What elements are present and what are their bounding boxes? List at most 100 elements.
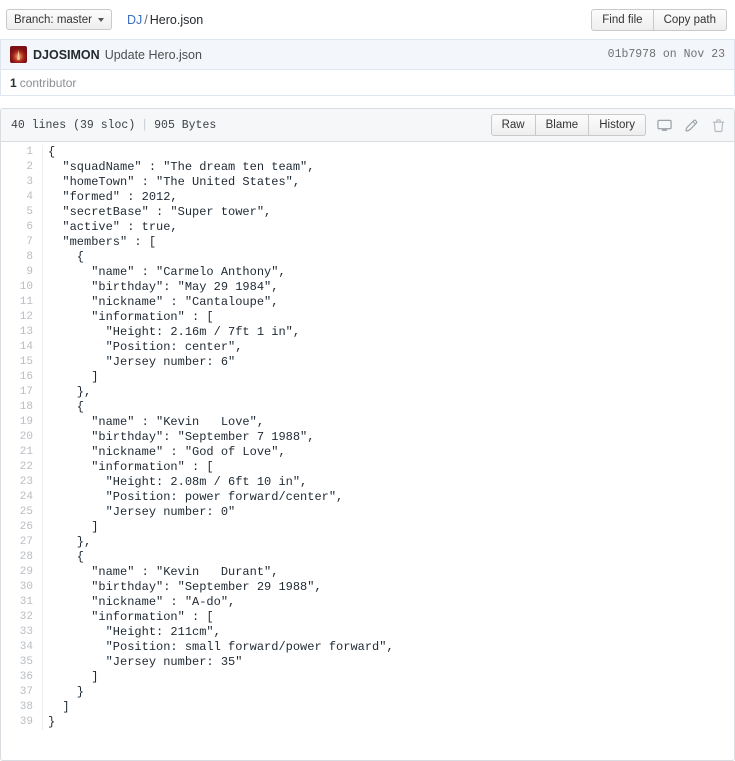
code-line: 13 "Height: 2.16m / 7ft 1 in", [1,325,734,340]
line-content: }, [48,385,92,399]
line-number[interactable]: 31 [1,595,43,610]
code-line: 36 ] [1,670,734,685]
line-number[interactable]: 37 [1,685,43,700]
code-line: 10 "birthday": "May 29 1984", [1,280,734,295]
code-line: 4 "formed" : 2012, [1,190,734,205]
commit-author-link[interactable]: DJOSIMON [33,48,100,62]
line-content: "birthday": "September 7 1988", [48,430,315,444]
line-number[interactable]: 39 [1,715,43,730]
line-number[interactable]: 38 [1,700,43,715]
line-number[interactable]: 1 [1,145,43,160]
code-content[interactable]: 1{2 "squadName" : "The dream ten team", 3… [1,142,734,730]
line-content: "Jersey number: 6" [48,355,236,369]
blame-button[interactable]: Blame [535,114,590,136]
line-number[interactable]: 30 [1,580,43,595]
code-line: 24 "Position: power forward/center", [1,490,734,505]
code-line: 9 "name" : "Carmelo Anthony", [1,265,734,280]
line-number[interactable]: 15 [1,355,43,370]
line-number[interactable]: 20 [1,430,43,445]
code-line: 3 "homeTown" : "The United States", [1,175,734,190]
code-line: 32 "information" : [ [1,610,734,625]
code-line: 5 "secretBase" : "Super tower", [1,205,734,220]
line-number[interactable]: 32 [1,610,43,625]
line-number[interactable]: 6 [1,220,43,235]
contributor-count: 1 [10,75,17,90]
line-number[interactable]: 28 [1,550,43,565]
code-line: 28 { [1,550,734,565]
code-line: 18 { [1,400,734,415]
line-content: "Position: small forward/power forward", [48,640,394,654]
line-number[interactable]: 23 [1,475,43,490]
line-number[interactable]: 34 [1,640,43,655]
code-line: 38 ] [1,700,734,715]
history-button[interactable]: History [589,114,646,136]
branch-selector-label: Branch: master [14,13,92,26]
code-line: 1{ [1,145,734,160]
file-view-button-group: Raw Blame History [490,114,646,136]
line-number[interactable]: 12 [1,310,43,325]
line-number[interactable]: 19 [1,415,43,430]
line-content: "nickname" : "God of Love", [48,445,286,459]
line-content: "Position: power forward/center", [48,490,344,504]
line-content: ] [48,700,70,714]
code-line: 31 "nickname" : "A-do", [1,595,734,610]
line-content: "nickname" : "Cantaloupe", [48,295,279,309]
code-line: 37 } [1,685,734,700]
copy-path-button[interactable]: Copy path [653,8,727,31]
line-number[interactable]: 25 [1,505,43,520]
desktop-download-icon[interactable] [656,117,672,133]
line-number[interactable]: 17 [1,385,43,400]
line-content: "formed" : 2012, [48,190,178,204]
line-content: }, [48,535,92,549]
raw-button[interactable]: Raw [490,114,536,136]
line-number[interactable]: 7 [1,235,43,250]
code-line: 17 }, [1,385,734,400]
code-line: 23 "Height: 2.08m / 6ft 10 in", [1,475,734,490]
line-content: ] [48,370,99,384]
line-number[interactable]: 29 [1,565,43,580]
line-number[interactable]: 21 [1,445,43,460]
file-icon-actions [656,117,726,133]
branch-selector-button[interactable]: Branch: master [6,9,112,30]
avatar[interactable] [10,46,27,63]
line-content: "Jersey number: 35" [48,655,243,669]
line-number[interactable]: 26 [1,520,43,535]
commit-message[interactable]: Update Hero.json [105,48,202,62]
line-number[interactable]: 11 [1,295,43,310]
line-content: "homeTown" : "The United States", [48,175,301,189]
line-content: "members" : [ [48,235,157,249]
line-content: } [48,715,56,729]
code-line: 22 "information" : [ [1,460,734,475]
trash-icon[interactable] [710,117,726,133]
line-number[interactable]: 35 [1,655,43,670]
line-number[interactable]: 8 [1,250,43,265]
line-number[interactable]: 27 [1,535,43,550]
line-number[interactable]: 16 [1,370,43,385]
file-stats: 40 lines (39 sloc) | 905 Bytes [11,119,216,132]
find-file-button[interactable]: Find file [591,8,654,31]
line-number[interactable]: 14 [1,340,43,355]
line-number[interactable]: 22 [1,460,43,475]
line-number[interactable]: 2 [1,160,43,175]
contributors-bar[interactable]: 1 contributor [0,69,735,96]
line-number[interactable]: 36 [1,670,43,685]
line-number[interactable]: 33 [1,625,43,640]
pencil-icon[interactable] [683,117,699,133]
line-number[interactable]: 5 [1,205,43,220]
line-number[interactable]: 24 [1,490,43,505]
code-line: 30 "birthday": "September 29 1988", [1,580,734,595]
file-toolbar: Branch: master DJ / Hero.json Find file Co… [0,0,735,39]
breadcrumb-repo-link[interactable]: DJ [127,13,142,27]
line-content: "birthday": "May 29 1984", [48,280,279,294]
code-line: 39} [1,715,734,730]
commit-hash-and-date[interactable]: 01b7978 on Nov 23 [608,48,725,61]
code-line: 8 { [1,250,734,265]
line-number[interactable]: 10 [1,280,43,295]
line-number[interactable]: 13 [1,325,43,340]
line-number[interactable]: 18 [1,400,43,415]
line-number[interactable]: 9 [1,265,43,280]
line-content: "information" : [ [48,610,214,624]
line-number[interactable]: 4 [1,190,43,205]
line-number[interactable]: 3 [1,175,43,190]
line-content: { [48,145,56,159]
